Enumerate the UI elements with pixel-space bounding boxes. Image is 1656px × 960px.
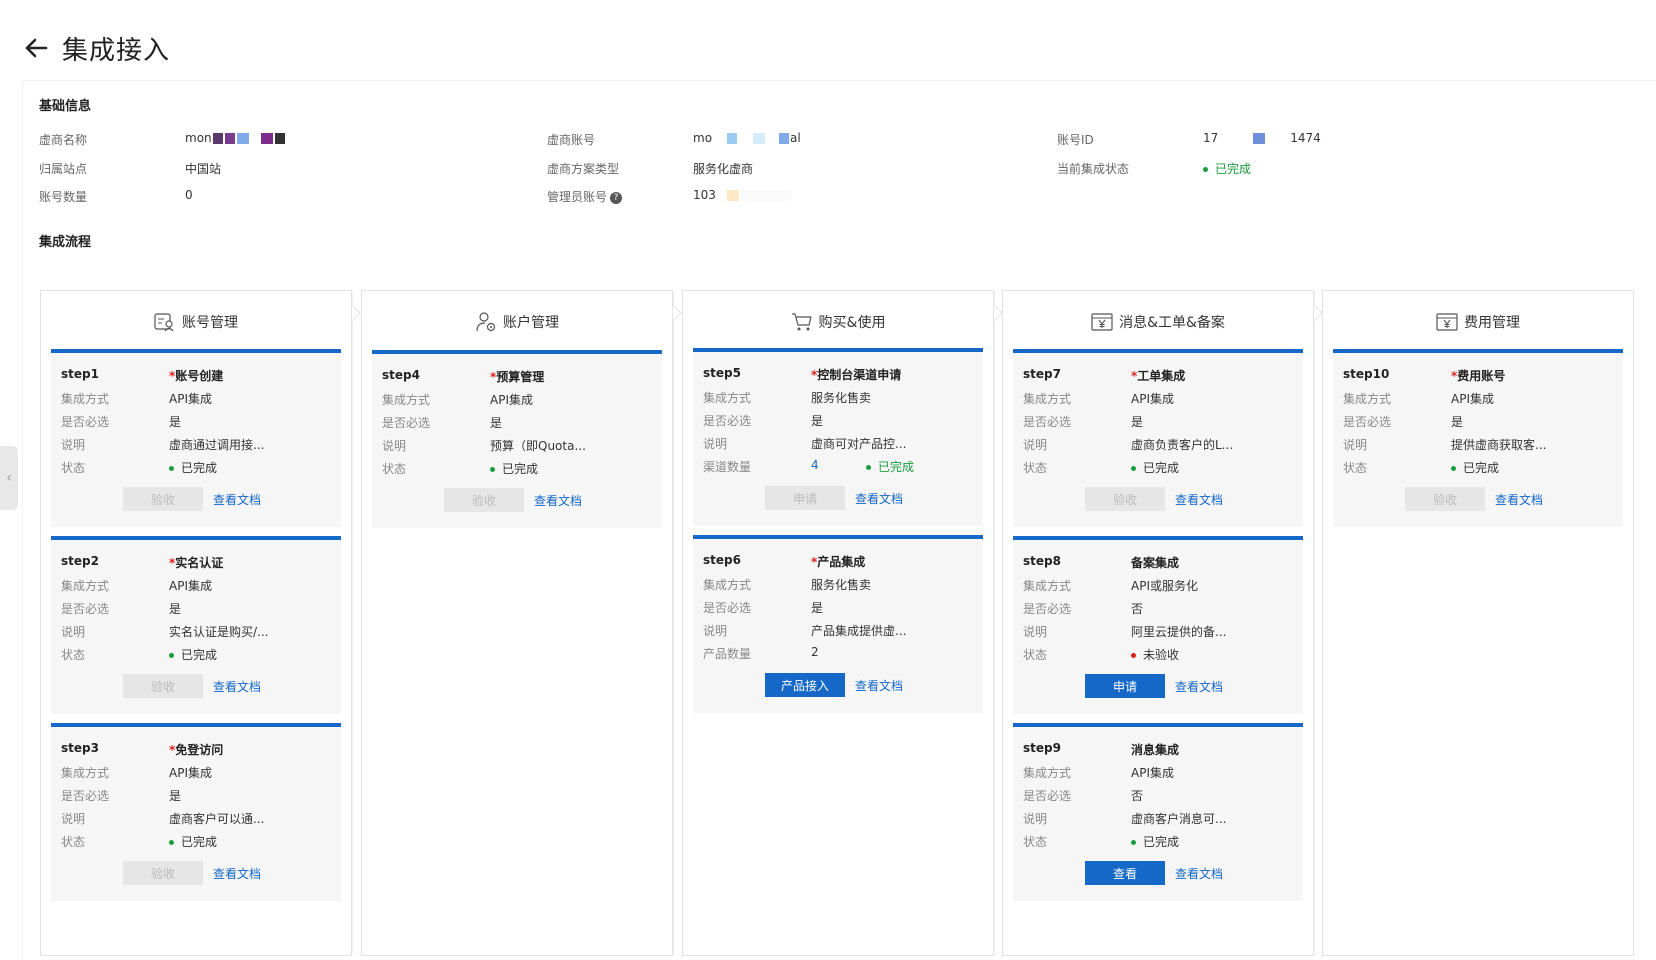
accept-button[interactable]: 验收: [1405, 487, 1485, 511]
field-label: 虚商账号: [547, 133, 596, 147]
column-title: 账户管理: [503, 315, 559, 331]
step-card-step4: step4 *预算管理 集成方式 API集成 是否必选是 说明 预算（即Quota..…: [372, 350, 662, 528]
yen-box-icon: [1091, 313, 1113, 331]
column-header: 账号管理: [41, 291, 351, 353]
column-title: 费用管理: [1464, 315, 1520, 331]
column-header: 账户管理: [362, 291, 672, 353]
page-header: 集成接入: [22, 28, 170, 68]
column-user-account-management: 账户管理 step4 *预算管理 集成方式 API集成 是否必选是 说明 预算（即Qu…: [361, 290, 682, 956]
user-settings-icon: [476, 312, 496, 332]
column-header: 购买&使用: [683, 291, 993, 353]
view-doc-link[interactable]: 查看文档: [855, 490, 903, 507]
step-card-step8: step8 备案集成 集成方式 API或服务化 是否必选否 说明 阿里云提供的备...…: [1013, 536, 1303, 714]
column-title: 账号管理: [182, 315, 238, 331]
accept-button[interactable]: 验收: [123, 487, 203, 511]
accept-button[interactable]: 验收: [1085, 487, 1165, 511]
column-account-management: 账号管理 step1 *账号创建 集成方式 API集成 是否必选是 说明 虚商通过调用…: [40, 290, 361, 956]
view-doc-link[interactable]: 查看文档: [534, 492, 582, 509]
step-card-step1: step1 *账号创建 集成方式 API集成 是否必选是 说明 虚商通过调用接... …: [51, 349, 341, 527]
field-label-admin: 管理员账号?: [547, 188, 623, 205]
column-title: 购买&使用: [818, 315, 886, 331]
step-card-step7: step7 *工单集成 集成方式 API集成 是否必选是 说明 虚商负责客户的L...…: [1013, 349, 1303, 527]
account-id-icon: [154, 313, 174, 332]
field-label: 账号数量: [39, 190, 88, 204]
apply-button[interactable]: 申请: [765, 486, 845, 510]
field-label: 虚商方案类型: [547, 162, 620, 176]
field-label: 归属站点: [39, 162, 88, 176]
page-title: 集成接入: [62, 35, 171, 66]
step-card-step3: step3 *免登访问 集成方式 API集成 是否必选是 说明 虚商客户可以通... …: [51, 723, 341, 901]
column-title: 消息&工单&备案: [1119, 315, 1225, 331]
field-value-plan-type: 服务化虚商: [693, 162, 754, 176]
field-value-account-count: 0: [185, 188, 193, 202]
view-doc-link[interactable]: 查看文档: [1175, 865, 1223, 882]
accept-button[interactable]: 验收: [444, 488, 524, 512]
side-collapse-tab[interactable]: ‹: [0, 446, 18, 510]
column-message-ticket-filing: 消息&工单&备案 step7 *工单集成 集成方式 API集成 是否必选是 说明 虚商…: [1002, 290, 1323, 956]
step-card-step2: step2 *实名认证 集成方式 API集成 是否必选是 说明 实名认证是购买/...…: [51, 536, 341, 714]
view-button[interactable]: 查看: [1085, 861, 1165, 885]
flow-title: 集成流程: [39, 235, 92, 250]
field-value-site: 中国站: [185, 162, 222, 176]
apply-button[interactable]: 申请: [1085, 674, 1165, 698]
view-doc-link[interactable]: 查看文档: [213, 678, 261, 695]
field-value-account-id: 17 1474: [1203, 131, 1321, 145]
view-doc-link[interactable]: 查看文档: [213, 491, 261, 508]
view-doc-link[interactable]: 查看文档: [1175, 491, 1223, 508]
step-card-step10: step10 *费用账号 集成方式 API集成 是否必选是 说明 提供虚商获取客...…: [1333, 349, 1623, 527]
field-label: 账号ID: [1057, 133, 1094, 147]
step-card-step6: step6 *产品集成 集成方式 服务化售卖 是否必选是 说明 产品集成提供虚... …: [693, 535, 983, 713]
yen-box-icon: [1436, 313, 1458, 331]
basic-info-title: 基础信息: [39, 99, 92, 114]
back-arrow-icon[interactable]: [22, 34, 50, 62]
channel-count-link[interactable]: 4: [811, 458, 819, 472]
accept-button[interactable]: 验收: [123, 674, 203, 698]
step-card-step9: step9 消息集成 集成方式 API集成 是否必选否 说明 虚商客户消息可... 状…: [1013, 723, 1303, 901]
accept-button[interactable]: 验收: [123, 861, 203, 885]
step-card-step5: step5 *控制台渠道申请 集成方式 服务化售卖 是否必选是 说明 虚商可对产品控.…: [693, 348, 983, 526]
field-value-admin-account: 103: [693, 188, 792, 202]
column-header: 消息&工单&备案: [1003, 291, 1313, 353]
field-value-vendor-account: mo al: [693, 131, 801, 145]
status-dot: [1203, 167, 1208, 172]
view-doc-link[interactable]: 查看文档: [855, 677, 903, 694]
help-icon[interactable]: ?: [610, 191, 623, 204]
view-doc-link[interactable]: 查看文档: [1175, 678, 1223, 695]
column-header: 费用管理: [1323, 291, 1633, 353]
cart-icon: [791, 313, 812, 331]
field-value-vendor-name: mon: [185, 131, 286, 145]
chevron-left-icon: ‹: [6, 470, 12, 486]
column-fee-management: 费用管理 step10 *费用账号 集成方式 API集成 是否必选是 说明 提供虚商获…: [1322, 290, 1634, 956]
field-label: 虚商名称: [39, 133, 88, 147]
field-label: 当前集成状态: [1057, 162, 1130, 176]
view-doc-link[interactable]: 查看文档: [213, 865, 261, 882]
view-doc-link[interactable]: 查看文档: [1495, 491, 1543, 508]
field-value-integration-status: 已完成: [1203, 160, 1251, 177]
product-access-button[interactable]: 产品接入: [765, 673, 845, 697]
column-purchase-usage: 购买&使用 step5 *控制台渠道申请 集成方式 服务化售卖 是否必选是 说明 虚商…: [682, 290, 1003, 956]
